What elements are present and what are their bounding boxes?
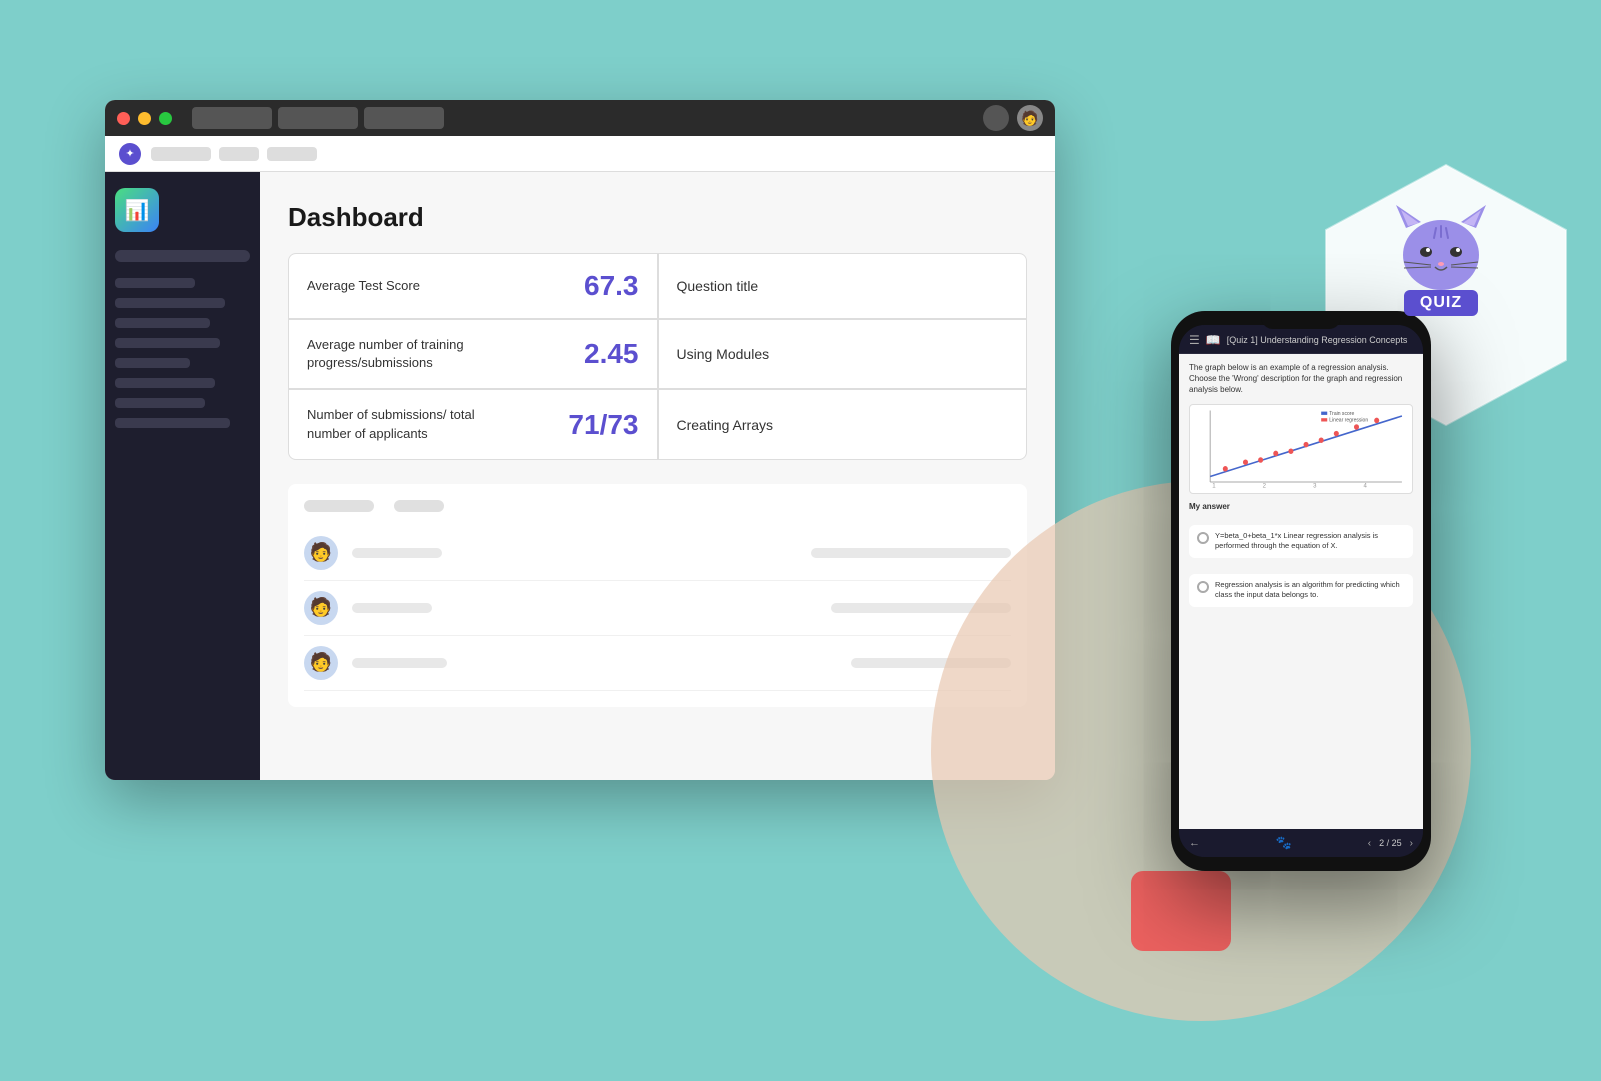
row-name-3 <box>352 658 447 668</box>
phone-footer-back-icon[interactable]: ← <box>1189 837 1200 849</box>
phone-radio-2[interactable] <box>1197 581 1209 593</box>
sidebar-item-4[interactable] <box>115 338 220 348</box>
table-row: 🧑 <box>304 636 1011 691</box>
stat-card-using-modules: Using Modules <box>659 320 1027 388</box>
addressbar-pill-1 <box>151 147 211 161</box>
svg-text:Linear regression: Linear regression <box>1329 417 1368 423</box>
phone-footer: ← 🐾 ‹ 2 / 25 › <box>1179 829 1423 857</box>
phone-body: The graph below is an example of a regre… <box>1179 354 1423 829</box>
phone-option-2-text: Regression analysis is an algorithm for … <box>1215 580 1405 601</box>
chart-svg: 1 2 3 4 Train score Linear regression <box>1190 405 1412 493</box>
svg-text:2: 2 <box>1263 482 1267 489</box>
table-row: 🧑 <box>304 581 1011 636</box>
stat-label-using-modules: Using Modules <box>677 346 770 362</box>
stat-label-creating-arrays: Creating Arrays <box>677 417 773 433</box>
table-header-name <box>304 500 374 512</box>
phone-my-answer-label: My answer <box>1189 502 1413 511</box>
stat-card-creating-arrays: Creating Arrays <box>659 390 1027 458</box>
phone-footer-paw-icon: 🐾 <box>1276 835 1292 851</box>
quiz-badge: QUIZ <box>1341 200 1541 400</box>
scene: 🧑 ✦ 📊 <box>0 0 1601 1081</box>
sidebar-item-3[interactable] <box>115 318 210 328</box>
phone-footer-page: 2 / 25 <box>1379 838 1402 848</box>
browser-control-circle-1 <box>983 105 1009 131</box>
avatar-2: 🧑 <box>304 591 338 625</box>
stat-value-avg-submissions: 2.45 <box>584 338 639 370</box>
row-score-1 <box>811 548 1011 558</box>
stats-grid: Average Test Score 67.3 Question title A… <box>288 253 1027 460</box>
phone-option-1-text: Y=beta_0+beta_1*x Linear regression anal… <box>1215 531 1405 552</box>
table-row: 🧑 <box>304 526 1011 581</box>
sidebar-item-1[interactable] <box>115 278 195 288</box>
traffic-light-minimize[interactable] <box>138 112 151 125</box>
table-area: 🧑 🧑 🧑 <box>288 484 1027 707</box>
sidebar-item-6[interactable] <box>115 378 215 388</box>
addressbar-pill-3 <box>267 147 317 161</box>
phone-radio-1[interactable] <box>1197 532 1209 544</box>
phone-notch <box>1261 311 1341 329</box>
sidebar: 📊 <box>105 172 260 780</box>
main-content: Dashboard Average Test Score 67.3 Questi… <box>260 172 1055 780</box>
stat-card-avg-score: Average Test Score 67.3 <box>289 254 657 318</box>
stat-card-avg-submissions: Average number of training progress/subm… <box>289 320 657 388</box>
cat-badge-inner: QUIZ <box>1341 200 1541 316</box>
phone-container: ☰ 📖 [Quiz 1] Understanding Regression Co… <box>1111 311 1491 1031</box>
traffic-light-close[interactable] <box>117 112 130 125</box>
sidebar-logo: 📊 <box>115 188 159 232</box>
cat-face-svg <box>1386 200 1496 300</box>
browser-tab-1[interactable] <box>192 107 272 129</box>
page-title: Dashboard <box>288 202 1027 233</box>
phone-footer-prev[interactable]: ‹ <box>1368 838 1371 849</box>
svg-text:4: 4 <box>1364 482 1368 489</box>
browser-addressbar: ✦ <box>105 136 1055 172</box>
app-logo: ✦ <box>119 143 141 165</box>
browser-window: 🧑 ✦ 📊 <box>105 100 1055 780</box>
stat-card-question-title: Question title <box>659 254 1027 318</box>
svg-text:Train score: Train score <box>1329 410 1354 416</box>
phone-chart: 1 2 3 4 Train score Linear regression <box>1189 404 1413 494</box>
phone-option-1[interactable]: Y=beta_0+beta_1*x Linear regression anal… <box>1189 525 1413 558</box>
phone-screen: ☰ 📖 [Quiz 1] Understanding Regression Co… <box>1179 325 1423 857</box>
phone-menu-icon: ☰ <box>1189 333 1200 347</box>
traffic-light-fullscreen[interactable] <box>159 112 172 125</box>
sidebar-search-placeholder <box>115 250 250 262</box>
table-header-row <box>304 500 1011 512</box>
browser-controls-right: 🧑 <box>983 105 1043 131</box>
stat-label-avg-score: Average Test Score <box>307 277 420 295</box>
sidebar-item-5[interactable] <box>115 358 190 368</box>
stat-value-avg-score: 67.3 <box>584 270 639 302</box>
browser-tab-2[interactable] <box>278 107 358 129</box>
app-body: 📊 Dashboard Average Test Score <box>105 172 1055 780</box>
phone-option-2[interactable]: Regression analysis is an algorithm for … <box>1189 574 1413 607</box>
browser-tabs <box>192 107 975 129</box>
browser-tab-3[interactable] <box>364 107 444 129</box>
stat-card-submissions-total: Number of submissions/ total number of a… <box>289 390 657 458</box>
sidebar-item-8[interactable] <box>115 418 230 428</box>
svg-text:3: 3 <box>1313 482 1317 489</box>
browser-titlebar: 🧑 <box>105 100 1055 136</box>
addressbar-pills <box>151 147 317 161</box>
row-name-2 <box>352 603 432 613</box>
addressbar-pill-2 <box>219 147 259 161</box>
stat-label-question-title: Question title <box>677 278 759 294</box>
phone-footer-next[interactable]: › <box>1410 838 1413 849</box>
stat-label-avg-submissions: Average number of training progress/subm… <box>307 336 507 372</box>
table-header-score <box>394 500 444 512</box>
avatar-1: 🧑 <box>304 536 338 570</box>
row-name-1 <box>352 548 442 558</box>
quiz-label: QUIZ <box>1404 290 1478 316</box>
avatar-3: 🧑 <box>304 646 338 680</box>
stat-value-submissions-total: 71/73 <box>568 409 638 441</box>
phone-footer-nav: ‹ 2 / 25 › <box>1368 838 1413 849</box>
svg-text:1: 1 <box>1212 482 1216 489</box>
phone-bookmark-icon: 📖 <box>1206 333 1221 347</box>
sidebar-item-2[interactable] <box>115 298 225 308</box>
stat-label-submissions-total: Number of submissions/ total number of a… <box>307 406 507 442</box>
sidebar-item-7[interactable] <box>115 398 205 408</box>
browser-user-avatar: 🧑 <box>1017 105 1043 131</box>
